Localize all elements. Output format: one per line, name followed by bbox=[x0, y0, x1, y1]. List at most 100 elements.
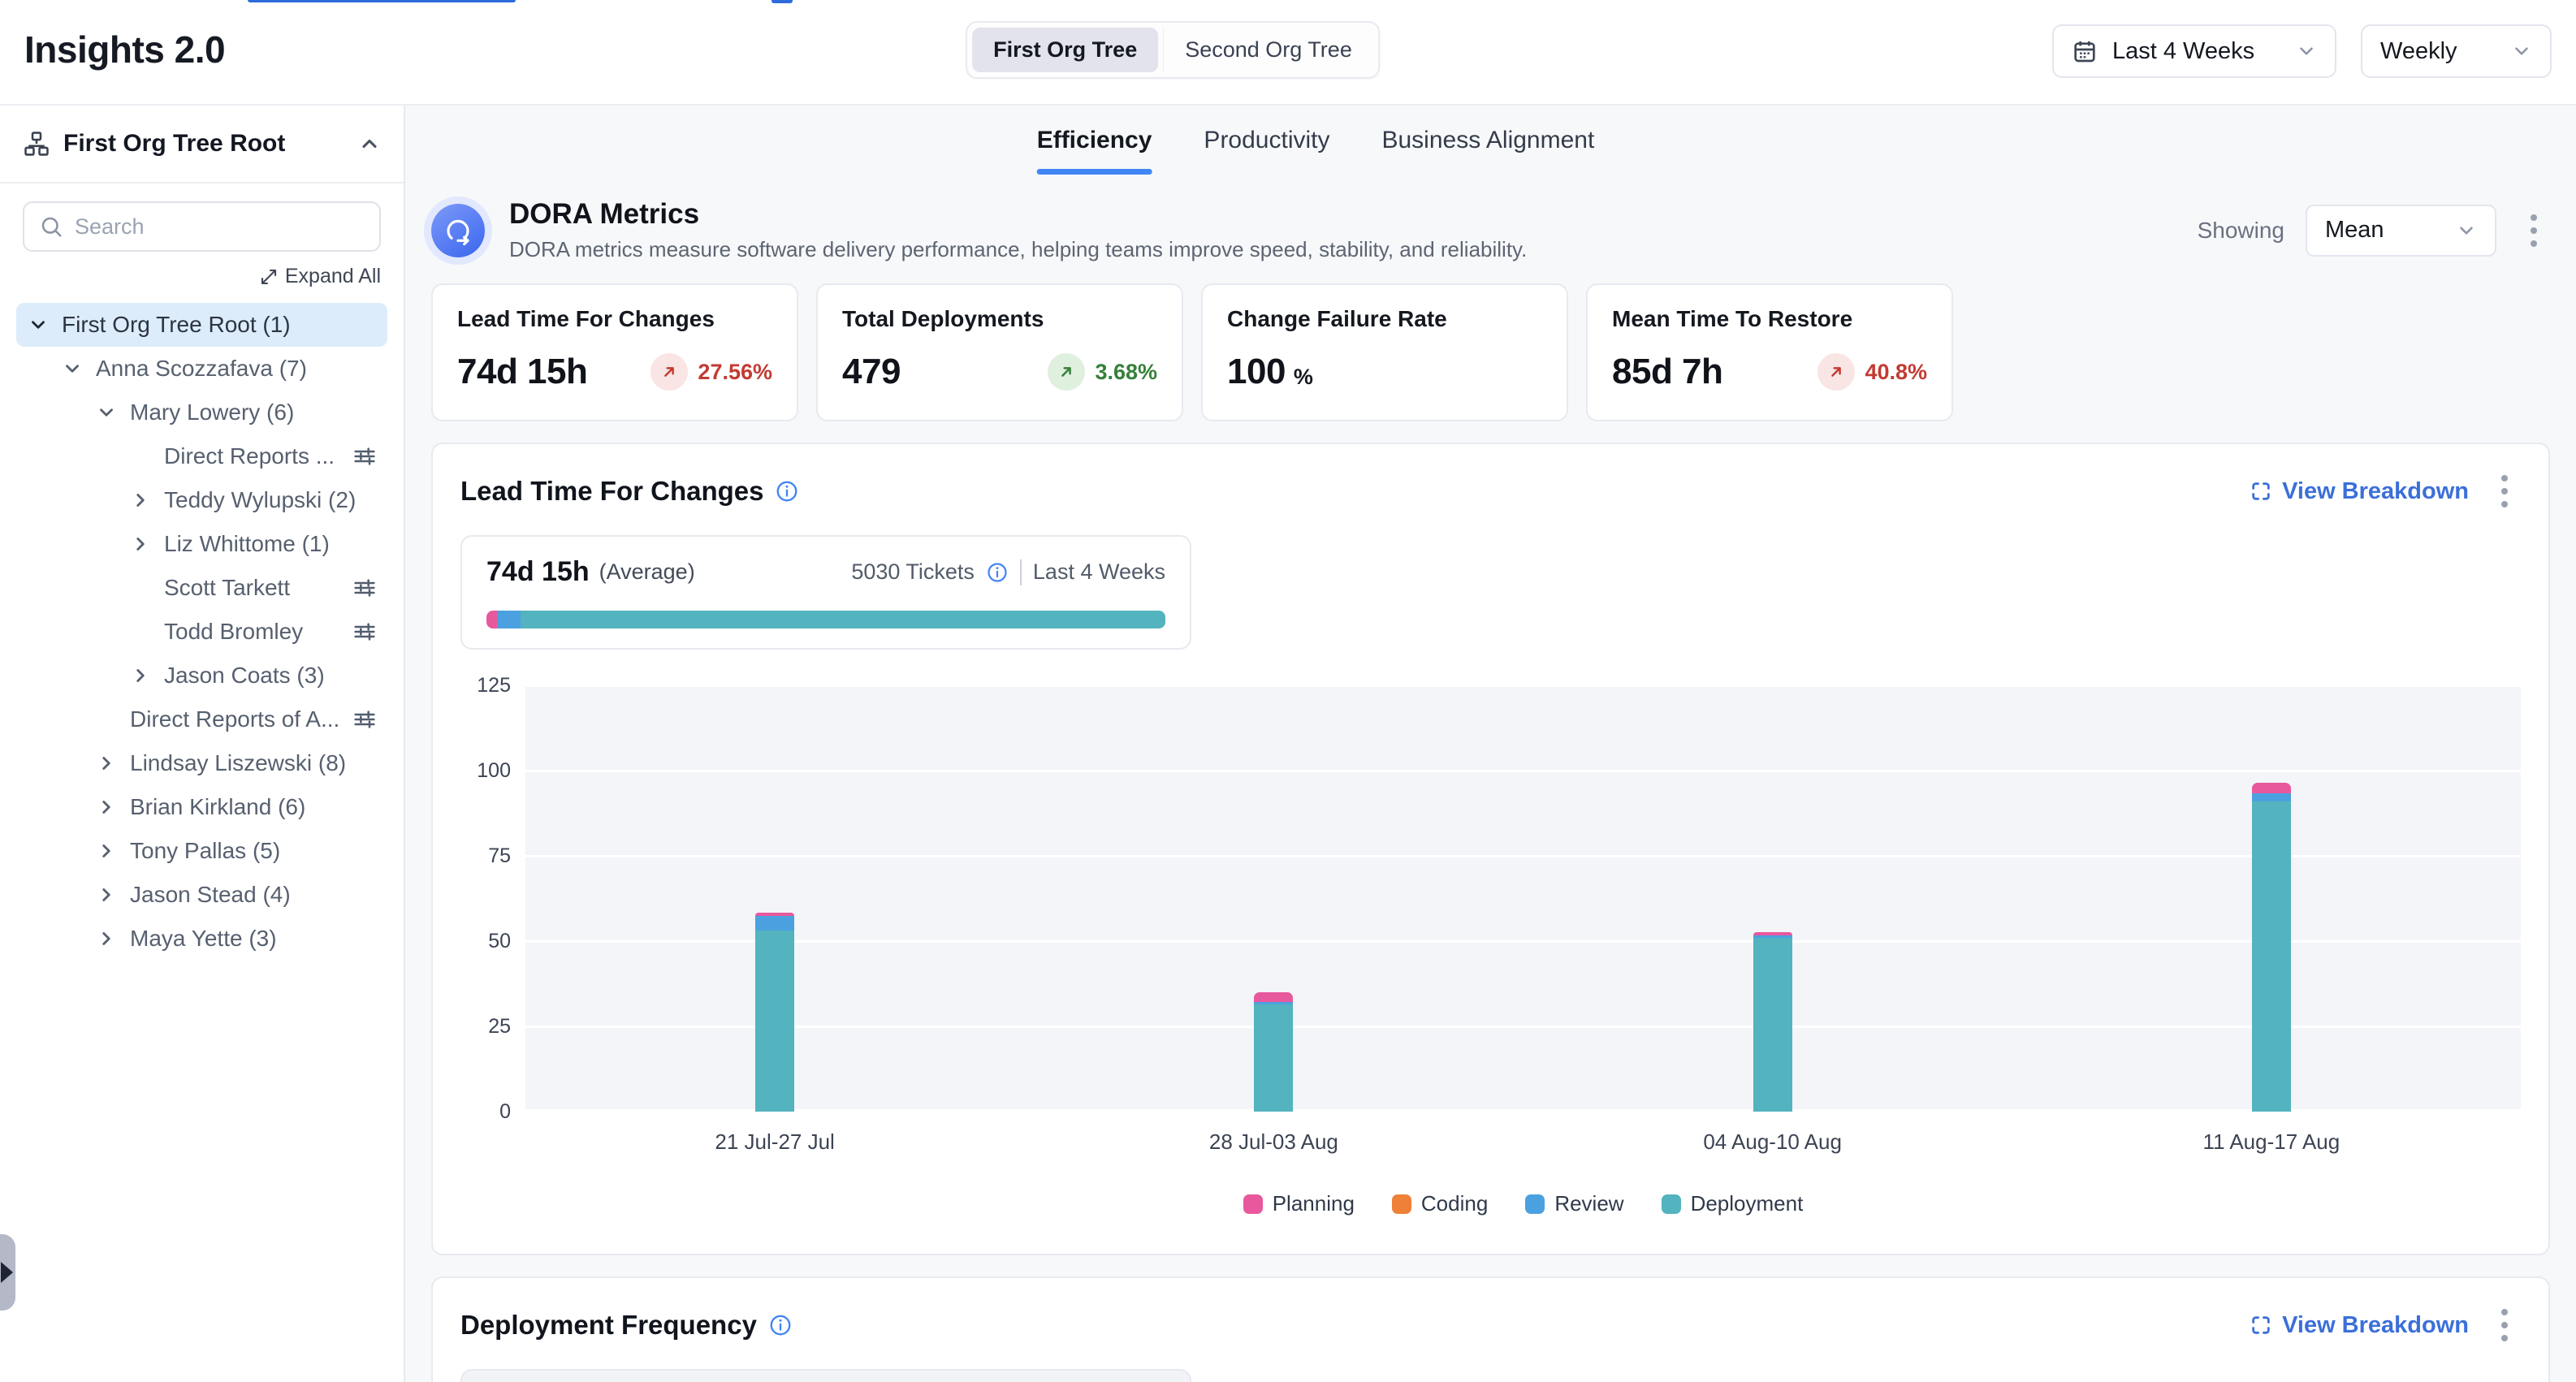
bar-21-jul-27-jul[interactable] bbox=[755, 913, 794, 1112]
expand-corners-icon bbox=[2250, 1314, 2272, 1337]
view-breakdown-button[interactable]: View Breakdown bbox=[2250, 478, 2469, 505]
search-input[interactable] bbox=[75, 214, 365, 240]
expand-corners-icon bbox=[2250, 480, 2272, 503]
y-axis-tick-label: 100 bbox=[477, 759, 511, 783]
tree-item-direct-reports[interactable]: Direct Reports ... bbox=[16, 434, 387, 478]
legend-item-deployment[interactable]: Deployment bbox=[1662, 1191, 1804, 1216]
tree-item-maya-yette-3[interactable]: Maya Yette (3) bbox=[16, 917, 387, 961]
info-icon[interactable] bbox=[775, 479, 799, 503]
tree-indent-spacer bbox=[96, 709, 117, 730]
info-icon[interactable] bbox=[768, 1313, 793, 1337]
bar-04-aug-10-aug[interactable] bbox=[1753, 932, 1792, 1112]
deployment-frequency-kebab-menu[interactable] bbox=[2488, 1302, 2521, 1348]
expand-all-button[interactable]: Expand All bbox=[259, 265, 381, 288]
toggle-first-org-tree[interactable]: First Org Tree bbox=[972, 28, 1158, 72]
legend-label: Coding bbox=[1421, 1191, 1488, 1216]
legend-label: Review bbox=[1554, 1191, 1623, 1216]
chevron-down-icon[interactable] bbox=[96, 402, 117, 423]
chevron-down-icon bbox=[2511, 41, 2532, 62]
trend-delta-value: 3.68% bbox=[1095, 360, 1157, 385]
toggle-second-org-tree[interactable]: Second Org Tree bbox=[1163, 28, 1373, 72]
tree-item-anna-scozzafava-7[interactable]: Anna Scozzafava (7) bbox=[16, 347, 387, 391]
chevron-right-icon[interactable] bbox=[96, 753, 117, 774]
clipped-link-underline bbox=[248, 0, 516, 2]
tree-item-scott-tarkett[interactable]: Scott Tarkett bbox=[16, 566, 387, 610]
date-range-select[interactable]: Last 4 Weeks bbox=[2052, 24, 2336, 78]
trend-up-arrow-icon bbox=[1048, 353, 1085, 391]
tree-indent-spacer bbox=[130, 621, 151, 642]
sidebar-search bbox=[23, 201, 381, 252]
trend-badge: 3.68% bbox=[1048, 353, 1157, 391]
expand-all-label: Expand All bbox=[285, 265, 381, 288]
chevron-right-icon[interactable] bbox=[130, 490, 151, 511]
aggregation-value: Mean bbox=[2325, 217, 2384, 244]
metric-card-change-failure-rate: Change Failure Rate100% bbox=[1201, 283, 1568, 421]
tree-item-brian-kirkland-6[interactable]: Brian Kirkland (6) bbox=[16, 785, 387, 829]
dora-subtitle: DORA metrics measure software delivery p… bbox=[509, 237, 1527, 262]
chevron-right-icon[interactable] bbox=[130, 665, 151, 686]
info-icon[interactable] bbox=[986, 561, 1009, 584]
tree-item-jason-stead-4[interactable]: Jason Stead (4) bbox=[16, 873, 387, 917]
plot-outer: 21 Jul-27 Jul28 Jul-03 Aug04 Aug-10 Aug1… bbox=[525, 685, 2521, 1229]
legend-item-review[interactable]: Review bbox=[1525, 1191, 1623, 1216]
chevron-right-icon[interactable] bbox=[130, 533, 151, 555]
legend-item-planning[interactable]: Planning bbox=[1243, 1191, 1355, 1216]
y-axis-tick-label: 0 bbox=[499, 1100, 511, 1124]
chevron-down-icon[interactable] bbox=[28, 314, 49, 335]
legend-item-coding[interactable]: Coding bbox=[1392, 1191, 1488, 1216]
filter-sliders-icon[interactable] bbox=[352, 575, 378, 601]
chevron-right-icon[interactable] bbox=[96, 928, 117, 949]
trend-badge: 40.8% bbox=[1817, 353, 1927, 391]
view-breakdown-button[interactable]: View Breakdown bbox=[2250, 1312, 2469, 1339]
distribution-segment-review bbox=[497, 611, 521, 628]
legend-swatch bbox=[1243, 1194, 1263, 1214]
tree-item-jason-coats-3[interactable]: Jason Coats (3) bbox=[16, 654, 387, 697]
bar-segment-review bbox=[755, 916, 794, 931]
bar-11-aug-17-aug[interactable] bbox=[2252, 783, 2291, 1112]
chevron-right-icon[interactable] bbox=[96, 884, 117, 905]
lead-time-chart: 0255075100125 21 Jul-27 Jul28 Jul-03 Aug… bbox=[460, 685, 2521, 1229]
average-label: (Average) bbox=[599, 559, 695, 585]
aggregation-select[interactable]: Mean bbox=[2306, 205, 2496, 257]
tree-item-lindsay-liszewski-8[interactable]: Lindsay Liszewski (8) bbox=[16, 741, 387, 785]
tab-productivity[interactable]: Productivity bbox=[1204, 127, 1329, 175]
tab-efficiency[interactable]: Efficiency bbox=[1037, 127, 1152, 175]
dora-metrics-header: DORA Metrics DORA metrics measure softwa… bbox=[431, 198, 2550, 262]
phase-distribution-bar bbox=[486, 611, 1165, 628]
trend-delta-value: 27.56% bbox=[698, 360, 772, 385]
divider bbox=[1020, 559, 1022, 585]
tree-item-label: Mary Lowery (6) bbox=[130, 399, 294, 425]
panel-expand-handle[interactable] bbox=[0, 1234, 15, 1311]
collapse-sidebar-chevron-up-icon[interactable] bbox=[358, 132, 381, 155]
tree-item-tony-pallas-5[interactable]: Tony Pallas (5) bbox=[16, 829, 387, 873]
chevron-right-icon[interactable] bbox=[96, 840, 117, 862]
tree-item-mary-lowery-6[interactable]: Mary Lowery (6) bbox=[16, 391, 387, 434]
metric-card-title: Total Deployments bbox=[842, 306, 1157, 332]
filter-sliders-icon[interactable] bbox=[352, 443, 378, 469]
bar-28-jul-03-aug[interactable] bbox=[1254, 992, 1293, 1112]
bar-segment-deployment bbox=[755, 931, 794, 1112]
y-axis-tick-label: 125 bbox=[477, 674, 511, 697]
lead-time-kebab-menu[interactable] bbox=[2488, 469, 2521, 514]
distribution-segment-deployment bbox=[521, 611, 1165, 628]
deployment-frequency-title: Deployment Frequency bbox=[460, 1310, 757, 1341]
chevron-right-icon[interactable] bbox=[96, 797, 117, 818]
average-summary-row: 74d 15h (Average) 5030 Tickets Last 4 We… bbox=[486, 556, 1165, 588]
tree-item-todd-bromley[interactable]: Todd Bromley bbox=[16, 610, 387, 654]
chevron-down-icon[interactable] bbox=[62, 358, 83, 379]
tree-item-first-org-tree-root-1[interactable]: First Org Tree Root (1) bbox=[16, 303, 387, 347]
x-axis-tick-label: 11 Aug-17 Aug bbox=[2203, 1129, 2340, 1155]
tree-item-liz-whittome-1[interactable]: Liz Whittome (1) bbox=[16, 522, 387, 566]
filter-sliders-icon[interactable] bbox=[352, 619, 378, 645]
granularity-select[interactable]: Weekly bbox=[2361, 24, 2552, 78]
lead-time-header: Lead Time For Changes View Breakdown bbox=[460, 469, 2521, 514]
tab-bar: Efficiency Productivity Business Alignment bbox=[431, 106, 2550, 175]
y-axis-tick-label: 75 bbox=[488, 844, 511, 868]
tree-item-teddy-wylupski-2[interactable]: Teddy Wylupski (2) bbox=[16, 478, 387, 522]
tree-item-direct-reports-of-a[interactable]: Direct Reports of A... bbox=[16, 697, 387, 741]
dora-kebab-menu[interactable] bbox=[2518, 208, 2550, 253]
tab-business-alignment[interactable]: Business Alignment bbox=[1381, 127, 1594, 175]
tabs: Efficiency Productivity Business Alignment bbox=[1037, 127, 1595, 175]
range-label: Last 4 Weeks bbox=[1033, 559, 1165, 585]
filter-sliders-icon[interactable] bbox=[352, 706, 378, 732]
